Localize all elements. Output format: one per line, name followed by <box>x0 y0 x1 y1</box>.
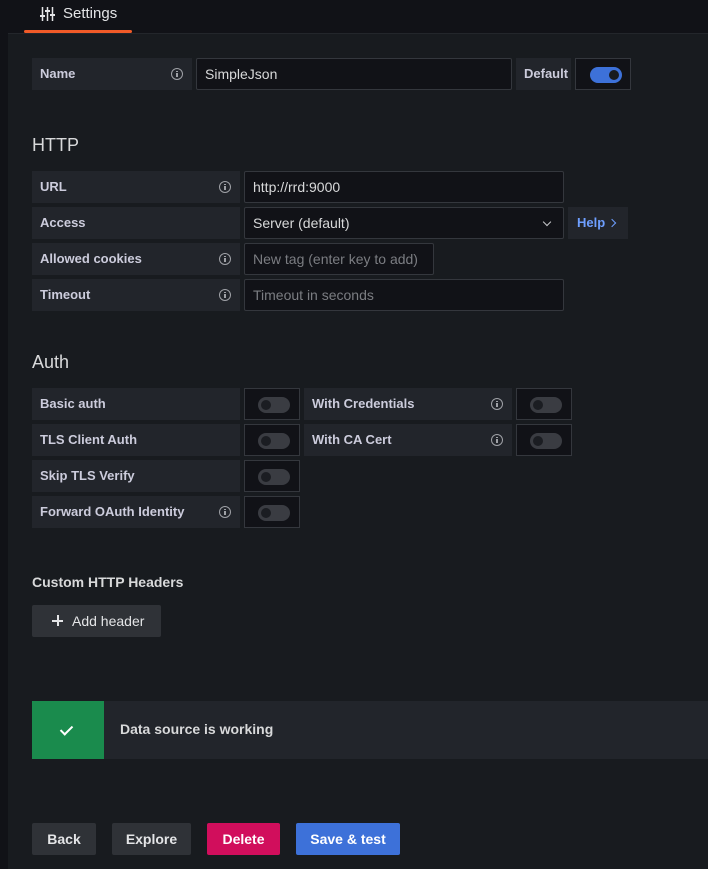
custom-headers-title: Custom HTTP Headers <box>32 574 184 590</box>
tab-settings-label: Settings <box>63 5 118 22</box>
sliders-icon <box>40 7 55 21</box>
toggle-knob <box>261 508 271 518</box>
tls-client-auth-toggle-box <box>244 424 300 456</box>
chevron-down-icon <box>542 217 552 227</box>
info-icon[interactable] <box>219 253 231 265</box>
forward-oauth-toggle-box <box>244 496 300 528</box>
with-credentials-toggle-box <box>516 388 572 420</box>
basic-auth-label-text: Basic auth <box>40 396 106 411</box>
info-icon[interactable] <box>491 398 503 410</box>
url-input[interactable] <box>244 171 564 203</box>
skip-tls-verify-label: Skip TLS Verify <box>32 460 240 492</box>
skip-tls-verify-toggle[interactable] <box>258 469 290 485</box>
tls-client-auth-label-text: TLS Client Auth <box>40 432 138 447</box>
default-toggle[interactable] <box>590 67 622 83</box>
auth-section-title: Auth <box>32 352 70 372</box>
chevron-right-icon <box>607 218 617 228</box>
timeout-input[interactable] <box>244 279 564 311</box>
allowed-cookies-label: Allowed cookies <box>32 243 240 275</box>
back-button[interactable]: Back <box>32 823 96 855</box>
tab-bar: Settings <box>0 0 708 33</box>
help-button[interactable]: Help <box>568 207 628 239</box>
add-header-button[interactable]: Add header <box>32 605 161 637</box>
basic-auth-toggle[interactable] <box>258 397 290 413</box>
alert-message: Data source is working <box>120 721 274 737</box>
name-input[interactable] <box>196 58 512 90</box>
basic-auth-label: Basic auth <box>32 388 240 420</box>
http-section-title: HTTP <box>32 135 79 155</box>
forward-oauth-label: Forward OAuth Identity <box>32 496 240 528</box>
skip-tls-verify-label-text: Skip TLS Verify <box>40 468 135 483</box>
with-credentials-toggle[interactable] <box>530 397 562 413</box>
with-credentials-label: With Credentials <box>304 388 512 420</box>
allowed-cookies-input[interactable] <box>244 243 434 275</box>
info-icon[interactable] <box>219 181 231 193</box>
add-header-label: Add header <box>72 613 145 629</box>
tls-client-auth-toggle[interactable] <box>258 433 290 449</box>
default-toggle-box <box>575 58 631 90</box>
toggle-knob <box>609 70 619 80</box>
with-credentials-label-text: With Credentials <box>312 396 415 411</box>
plus-icon <box>52 615 63 626</box>
access-label-text: Access <box>40 215 86 230</box>
save-test-button[interactable]: Save & test <box>296 823 400 855</box>
info-icon[interactable] <box>219 506 231 518</box>
status-alert: Data source is working <box>32 701 708 759</box>
access-label: Access <box>32 207 240 239</box>
tab-settings[interactable]: Settings <box>24 0 132 33</box>
basic-auth-toggle-box <box>244 388 300 420</box>
toggle-knob <box>261 472 271 482</box>
success-icon-box <box>32 701 104 759</box>
check-icon <box>59 722 74 736</box>
with-ca-cert-label: With CA Cert <box>304 424 512 456</box>
with-ca-cert-toggle-box <box>516 424 572 456</box>
forward-oauth-toggle[interactable] <box>258 505 290 521</box>
with-ca-cert-toggle[interactable] <box>530 433 562 449</box>
toggle-knob <box>261 400 271 410</box>
url-label: URL <box>32 171 240 203</box>
explore-button[interactable]: Explore <box>112 823 191 855</box>
info-icon[interactable] <box>171 68 183 80</box>
help-button-label: Help <box>577 215 606 230</box>
default-label: Default <box>516 58 571 90</box>
info-icon[interactable] <box>491 434 503 446</box>
url-label-text: URL <box>40 179 67 194</box>
skip-tls-verify-toggle-box <box>244 460 300 492</box>
toggle-knob <box>533 400 543 410</box>
with-ca-cert-label-text: With CA Cert <box>312 432 392 447</box>
toggle-knob <box>261 436 271 446</box>
delete-button[interactable]: Delete <box>207 823 280 855</box>
name-label-text: Name <box>40 66 76 81</box>
default-label-text: Default <box>524 66 569 81</box>
tls-client-auth-label: TLS Client Auth <box>32 424 240 456</box>
timeout-label-text: Timeout <box>40 287 91 302</box>
name-label: Name <box>32 58 192 90</box>
info-icon[interactable] <box>219 289 231 301</box>
allowed-cookies-label-text: Allowed cookies <box>40 251 142 266</box>
toggle-knob <box>533 436 543 446</box>
access-select[interactable]: Server (default) <box>244 207 564 239</box>
timeout-label: Timeout <box>32 279 240 311</box>
access-select-value: Server (default) <box>253 215 350 231</box>
forward-oauth-label-text: Forward OAuth Identity <box>40 504 185 519</box>
